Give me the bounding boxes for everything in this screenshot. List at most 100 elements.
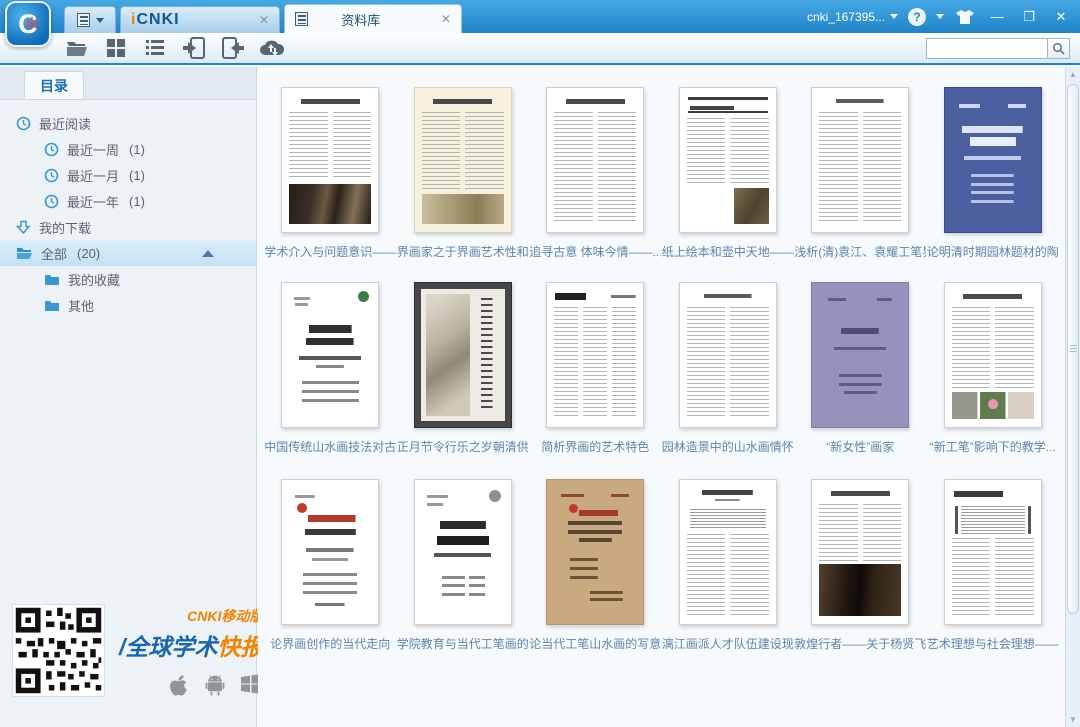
sidebar-item-recent-reading[interactable]: 最近阅读 — [0, 110, 256, 136]
document-item[interactable]: 正月节令行乐之岁朝清供 ... — [397, 282, 530, 455]
import-button[interactable] — [181, 36, 207, 60]
document-item[interactable]: 纸上绘本和壶中天地——... — [662, 87, 795, 260]
document-item[interactable]: 漓江画派人才队伍建设现... — [662, 479, 795, 652]
search-input[interactable] — [926, 38, 1048, 59]
document-title[interactable]: 界画家之于界画艺术性和... — [397, 243, 529, 260]
document-thumbnail[interactable] — [944, 87, 1042, 233]
sidebar-item-recent-month[interactable]: 最近一月 (1) — [0, 162, 256, 188]
scroll-up-icon[interactable]: ▲ — [1066, 67, 1080, 82]
help-button[interactable]: ? — [908, 8, 926, 26]
mobile-app-promo: CNKI移动版 /全球学术快报 — [12, 604, 248, 697]
document-thumbnail[interactable] — [811, 479, 909, 625]
document-item[interactable]: 界画家之于界画艺术性和... — [397, 87, 530, 260]
item-count: (1) — [129, 168, 145, 183]
close-icon[interactable]: ✕ — [441, 12, 451, 26]
maximize-button[interactable]: ❐ — [1018, 9, 1040, 25]
close-button[interactable]: ✕ — [1050, 9, 1072, 25]
sidebar-item-recent-year[interactable]: 最近一年 (1) — [0, 188, 256, 214]
document-title[interactable]: 园林造景中的山水画情怀 — [662, 438, 794, 455]
document-thumbnail[interactable] — [546, 87, 644, 233]
document-thumbnail[interactable] — [811, 87, 909, 233]
document-title[interactable]: 追寻古意 体味今情——... — [529, 243, 661, 260]
app-logo-icon[interactable]: C 山 — [5, 1, 51, 47]
document-item[interactable]: 简析界画的艺术特色 — [529, 282, 662, 455]
document-title[interactable]: 简析界画的艺术特色 — [541, 438, 649, 455]
document-title[interactable]: 浅析(清)袁江、袁耀工笔界... — [794, 243, 926, 260]
document-item[interactable]: 学术介入与问题意识——... — [264, 87, 397, 260]
document-title[interactable]: 论明清时期园林题材的陶... — [927, 243, 1059, 260]
document-title[interactable]: 论界画创作的当代走向 — [270, 635, 390, 652]
document-item[interactable]: 论明清时期园林题材的陶... — [927, 87, 1060, 260]
sidebar-item-label: 我的下载 — [39, 218, 91, 237]
open-folder-button[interactable] — [64, 36, 90, 60]
document-thumbnail[interactable] — [546, 479, 644, 625]
document-title[interactable]: 正月节令行乐之岁朝清供 ... — [397, 438, 529, 455]
document-title[interactable]: “新女性”画家 — [826, 438, 894, 455]
vertical-scrollbar[interactable]: ▲ ▼ — [1065, 67, 1080, 727]
document-thumbnail[interactable] — [679, 282, 777, 428]
document-item[interactable]: 追寻古意 体味今情——... — [529, 87, 662, 260]
tab-cnki[interactable]: iCNKI ✕ — [120, 6, 280, 33]
qr-code — [12, 604, 105, 697]
tab-library[interactable]: 资料库 ✕ — [284, 4, 462, 33]
document-title[interactable]: 艺术理想与社会理想——... — [927, 635, 1059, 652]
chevron-down-icon[interactable] — [936, 14, 944, 19]
scroll-down-icon[interactable]: ▼ — [1066, 712, 1080, 727]
list-view-button[interactable] — [142, 36, 168, 60]
grid-view-button[interactable] — [103, 36, 129, 60]
collapse-arrow-icon[interactable] — [202, 250, 214, 257]
document-item[interactable]: 论界画创作的当代走向 — [264, 479, 397, 652]
document-thumbnail[interactable] — [414, 282, 512, 428]
scrollbar-thumb[interactable] — [1067, 84, 1079, 614]
tab-directory[interactable]: 目录 — [24, 71, 84, 99]
document-thumbnail[interactable] — [546, 282, 644, 428]
app-logo-mark: 山 — [26, 14, 38, 31]
document-thumbnail[interactable] — [679, 479, 777, 625]
document-item[interactable]: 学院教育与当代工笔画的... — [397, 479, 530, 652]
document-thumbnail[interactable] — [281, 282, 379, 428]
document-title[interactable]: 学院教育与当代工笔画的... — [397, 635, 529, 652]
document-thumbnail[interactable] — [414, 479, 512, 625]
document-item[interactable]: 敦煌行者——关于杨贤飞... — [794, 479, 927, 652]
clock-icon — [44, 194, 59, 209]
document-title[interactable]: 漓江画派人才队伍建设现... — [662, 635, 794, 652]
brand-block: CNKI移动版 /全球学术快报 — [119, 606, 263, 696]
document-thumbnail[interactable] — [944, 479, 1042, 625]
cloud-sync-button[interactable] — [259, 36, 285, 60]
document-title[interactable]: 敦煌行者——关于杨贤飞... — [794, 635, 926, 652]
theme-skin-icon[interactable] — [954, 8, 976, 26]
document-item[interactable]: 园林造景中的山水画情怀 — [662, 282, 795, 455]
export-button[interactable] — [220, 36, 246, 60]
document-thumbnail[interactable] — [281, 479, 379, 625]
document-thumbnail[interactable] — [281, 87, 379, 233]
document-title[interactable]: 论当代工笔山水画的写意... — [529, 635, 661, 652]
folder-icon — [44, 299, 60, 312]
account-menu[interactable]: cnki_167395... — [807, 10, 898, 24]
sidebar-item-my-favorites[interactable]: 我的收藏 — [0, 266, 256, 292]
sidebar-item-other[interactable]: 其他 — [0, 292, 256, 318]
document-title[interactable]: 中国传统山水画技法对古... — [264, 438, 396, 455]
document-item[interactable]: “新女性”画家 — [794, 282, 927, 455]
document-item[interactable]: 论当代工笔山水画的写意... — [529, 479, 662, 652]
sidebar-item-all[interactable]: 全部 (20) — [0, 240, 256, 266]
tab-document-switcher[interactable] — [64, 6, 116, 33]
document-thumbnail[interactable] — [944, 282, 1042, 428]
document-item[interactable]: 浅析(清)袁江、袁耀工笔界... — [794, 87, 927, 260]
clock-icon — [44, 142, 59, 157]
document-item[interactable]: 艺术理想与社会理想——... — [927, 479, 1060, 652]
document-item[interactable]: 中国传统山水画技法对古... — [264, 282, 397, 455]
sidebar-item-recent-week[interactable]: 最近一周 (1) — [0, 136, 256, 162]
close-icon[interactable]: ✕ — [259, 13, 269, 27]
cnki-logo: iCNKI — [131, 11, 180, 29]
document-thumbnail[interactable] — [414, 87, 512, 233]
document-item[interactable]: “新工笔”影响下的教学... — [927, 282, 1060, 455]
search-button[interactable] — [1048, 38, 1070, 59]
document-title[interactable]: 学术介入与问题意识——... — [264, 243, 396, 260]
document-thumbnail[interactable] — [811, 282, 909, 428]
grid-row: 学术介入与问题意识——... 界画家之于界画艺术性和... 追寻古意 体味今情—… — [258, 67, 1065, 260]
document-title[interactable]: “新工笔”影响下的教学... — [930, 438, 1056, 455]
document-title[interactable]: 纸上绘本和壶中天地——... — [662, 243, 794, 260]
document-thumbnail[interactable] — [679, 87, 777, 233]
minimize-button[interactable]: — — [986, 9, 1008, 24]
sidebar-item-my-downloads[interactable]: 我的下载 — [0, 214, 256, 240]
